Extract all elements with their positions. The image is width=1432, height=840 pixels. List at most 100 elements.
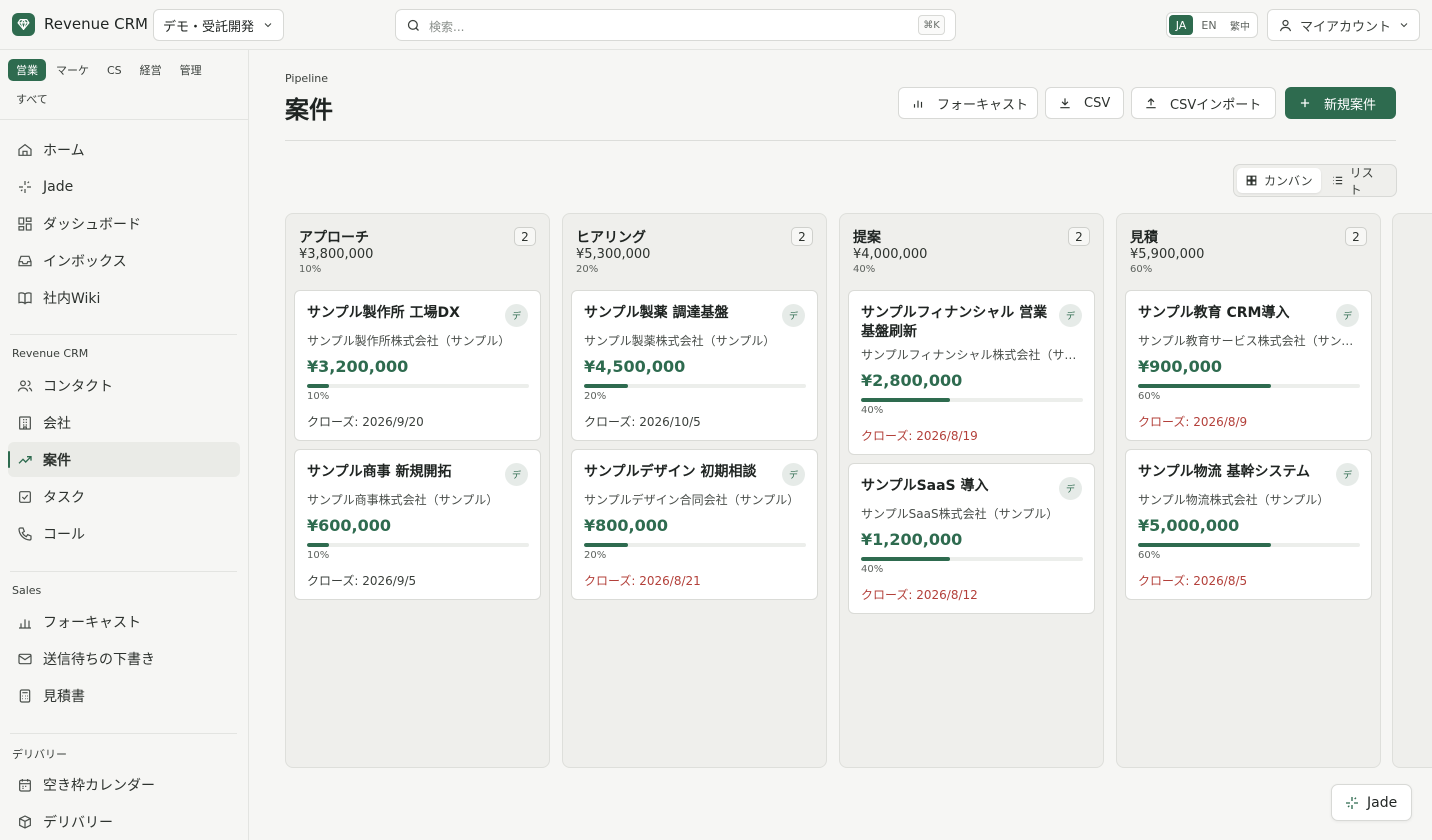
deal-probability: 60% — [1138, 550, 1161, 561]
sidebar-item-calendar[interactable]: 空き枠カレンダー — [8, 767, 240, 802]
sidebar-item-inbox[interactable]: インボックス — [8, 243, 240, 278]
sidebar-item-label: デリバリー — [43, 814, 113, 831]
column-count-badge: 2 — [791, 227, 813, 246]
deal-progress-fill — [307, 384, 330, 388]
deal-card[interactable]: サンプル製薬 調達基盤デサンプル製薬株式会社（サンプル） ¥4,500,000 20… — [571, 290, 818, 441]
sidebar-item-calls[interactable]: コール — [8, 516, 240, 551]
deal-company[interactable]: サンプル物流株式会社（サンプル） — [1138, 491, 1360, 508]
search-input[interactable]: 検索... ⌘K — [395, 9, 956, 41]
deal-probability: 10% — [307, 391, 330, 402]
sidebar-item-forecast[interactable]: フォーキャスト — [8, 604, 240, 639]
dashboard-icon — [18, 216, 32, 231]
csv-import-button[interactable]: CSVインポート — [1131, 87, 1276, 119]
sidebar-item-drafts[interactable]: 送信待ちの下書き — [8, 641, 240, 676]
deal-title[interactable]: サンプル商事 新規開拓 — [307, 463, 507, 482]
column-total: ¥5,900,000 — [1130, 247, 1205, 262]
deal-close-date: クローズ: 2026/10/5 — [584, 415, 701, 429]
calendar-icon — [19, 778, 31, 792]
sidebar-item-label: 案件 — [43, 452, 71, 469]
bar-chart-icon — [19, 618, 31, 629]
deal-company[interactable]: サンプルSaaS株式会社（サンプル） — [861, 505, 1083, 522]
lang-en[interactable]: EN — [1195, 15, 1223, 35]
deal-company[interactable]: サンプル教育サービス株式会社（サンプ… — [1138, 332, 1360, 349]
column-probability: 40% — [853, 264, 876, 275]
lang-ja[interactable]: JA — [1169, 15, 1193, 35]
column-title: 見積 — [1130, 230, 1158, 246]
logo[interactable] — [12, 13, 35, 36]
page-title: 案件 — [285, 96, 333, 124]
jade-assistant-button[interactable]: Jade — [1331, 784, 1412, 821]
new-deal-label: 新規案件 — [1324, 97, 1377, 113]
sidebar-item-deals[interactable]: 案件 — [8, 442, 240, 477]
deal-title[interactable]: サンプルデザイン 初期相談 — [584, 463, 784, 482]
sidebar-item-wiki[interactable]: 社内Wiki — [8, 280, 240, 315]
segment-sales[interactable]: 営業 — [8, 59, 46, 81]
divider — [10, 733, 237, 734]
segment-cs[interactable]: CS — [99, 59, 130, 81]
sidebar-item-delivery[interactable]: デリバリー — [8, 804, 240, 839]
deal-company[interactable]: サンプルデザイン合同会社（サンプル） — [584, 491, 806, 508]
sidebar-item-dashboard[interactable]: ダッシュボード — [8, 206, 240, 241]
column-probability: 60% — [1130, 264, 1153, 275]
deal-close-date: クローズ: 2026/8/21 — [584, 574, 701, 588]
segment-management[interactable]: 経営 — [132, 59, 170, 81]
deal-probability: 20% — [584, 391, 607, 402]
csv-export-label: CSV — [1084, 95, 1111, 111]
owner-avatar: デ — [782, 304, 805, 327]
calculator-icon — [19, 688, 31, 703]
deal-title[interactable]: サンプルフィナンシャル 営業基盤刷新 — [861, 304, 1061, 342]
section-label-delivery: デリバリー — [12, 748, 67, 761]
view-kanban-button[interactable]: カンバン — [1237, 168, 1321, 193]
deal-title[interactable]: サンプルSaaS 導入 — [861, 477, 1061, 496]
trending-icon — [18, 455, 32, 464]
sidebar-item-label: 会社 — [43, 415, 71, 432]
new-deal-button[interactable]: 新規案件 — [1285, 87, 1396, 119]
segment-marketing[interactable]: マーケ — [48, 59, 97, 81]
deal-progress-fill — [307, 543, 330, 547]
download-icon — [1060, 98, 1070, 109]
deal-title[interactable]: サンプル物流 基幹システム — [1138, 463, 1338, 482]
deal-title[interactable]: サンプル製薬 調達基盤 — [584, 304, 784, 323]
sidebar-item-quotes[interactable]: 見積書 — [8, 678, 240, 713]
sidebar-item-companies[interactable]: 会社 — [8, 405, 240, 440]
deal-probability: 40% — [861, 405, 884, 416]
deal-card[interactable]: サンプル製作所 工場DX デサンプル製作所株式会社（サンプル） ¥3,200,000… — [294, 290, 541, 441]
deal-amount: ¥600,000 — [307, 516, 392, 535]
deal-probability: 60% — [1138, 391, 1161, 402]
tenant-selector[interactable]: デモ・受託開発 — [153, 9, 284, 41]
forecast-button[interactable]: フォーキャスト — [898, 87, 1038, 119]
segment-all[interactable]: すべて — [16, 91, 48, 107]
deal-close-date: クローズ: 2026/9/5 — [307, 574, 417, 588]
sidebar: 営業 マーケ CS 経営 管理 すべて ホーム Jade ダッシュボード インボ… — [0, 50, 249, 840]
deal-card[interactable]: サンプル商事 新規開拓デサンプル商事株式会社（サンプル） ¥600,000 10% ク… — [294, 449, 541, 600]
deal-card[interactable]: サンプルフィナンシャル 営業基盤刷新デサンプルフィナンシャル株式会社（サン… ¥2… — [848, 290, 1095, 455]
deal-card[interactable]: サンプル教育 CRM導入デサンプル教育サービス株式会社（サンプ… ¥900,000… — [1125, 290, 1372, 441]
deal-card[interactable]: サンプルSaaS 導入デサンプルSaaS株式会社（サンプル） ¥1,200,000… — [848, 463, 1095, 614]
deal-card[interactable]: サンプルデザイン 初期相談デサンプルデザイン合同会社（サンプル） ¥800,000… — [571, 449, 818, 600]
deal-card[interactable]: サンプル物流 基幹システムデサンプル物流株式会社（サンプル） ¥5,000,000… — [1125, 449, 1372, 600]
deal-probability: 20% — [584, 550, 607, 561]
section-label-sales: Sales — [12, 584, 42, 597]
csv-import-label: CSVインポート — [1170, 97, 1262, 113]
sidebar-item-contacts[interactable]: コンタクト — [8, 368, 240, 403]
segment-admin[interactable]: 管理 — [172, 59, 210, 81]
account-menu[interactable]: マイアカウント — [1267, 9, 1420, 41]
deal-company[interactable]: サンプル製作所株式会社（サンプル） — [307, 332, 529, 349]
deal-company[interactable]: サンプルフィナンシャル株式会社（サン… — [861, 346, 1083, 363]
account-label: マイアカウント — [1300, 19, 1392, 35]
role-segment: 営業 マーケ CS 経営 管理 — [8, 59, 210, 81]
deal-title[interactable]: サンプル製作所 工場DX — [307, 304, 507, 323]
lang-zh[interactable]: 繁中 — [1225, 15, 1255, 35]
sidebar-item-jade[interactable]: Jade — [8, 169, 240, 204]
deal-title[interactable]: サンプル教育 CRM導入 — [1138, 304, 1338, 323]
deal-company[interactable]: サンプル製薬株式会社（サンプル） — [584, 332, 806, 349]
csv-export-button[interactable]: CSV — [1045, 87, 1124, 119]
list-icon — [1333, 176, 1343, 185]
column-title: アプローチ — [299, 230, 369, 246]
column-title: 提案 — [853, 230, 881, 246]
view-list-button[interactable]: リスト — [1323, 166, 1393, 197]
deal-company[interactable]: サンプル商事株式会社（サンプル） — [307, 491, 529, 508]
sidebar-item-tasks[interactable]: タスク — [8, 479, 240, 514]
home-icon — [18, 143, 32, 156]
sidebar-item-home[interactable]: ホーム — [8, 132, 240, 167]
